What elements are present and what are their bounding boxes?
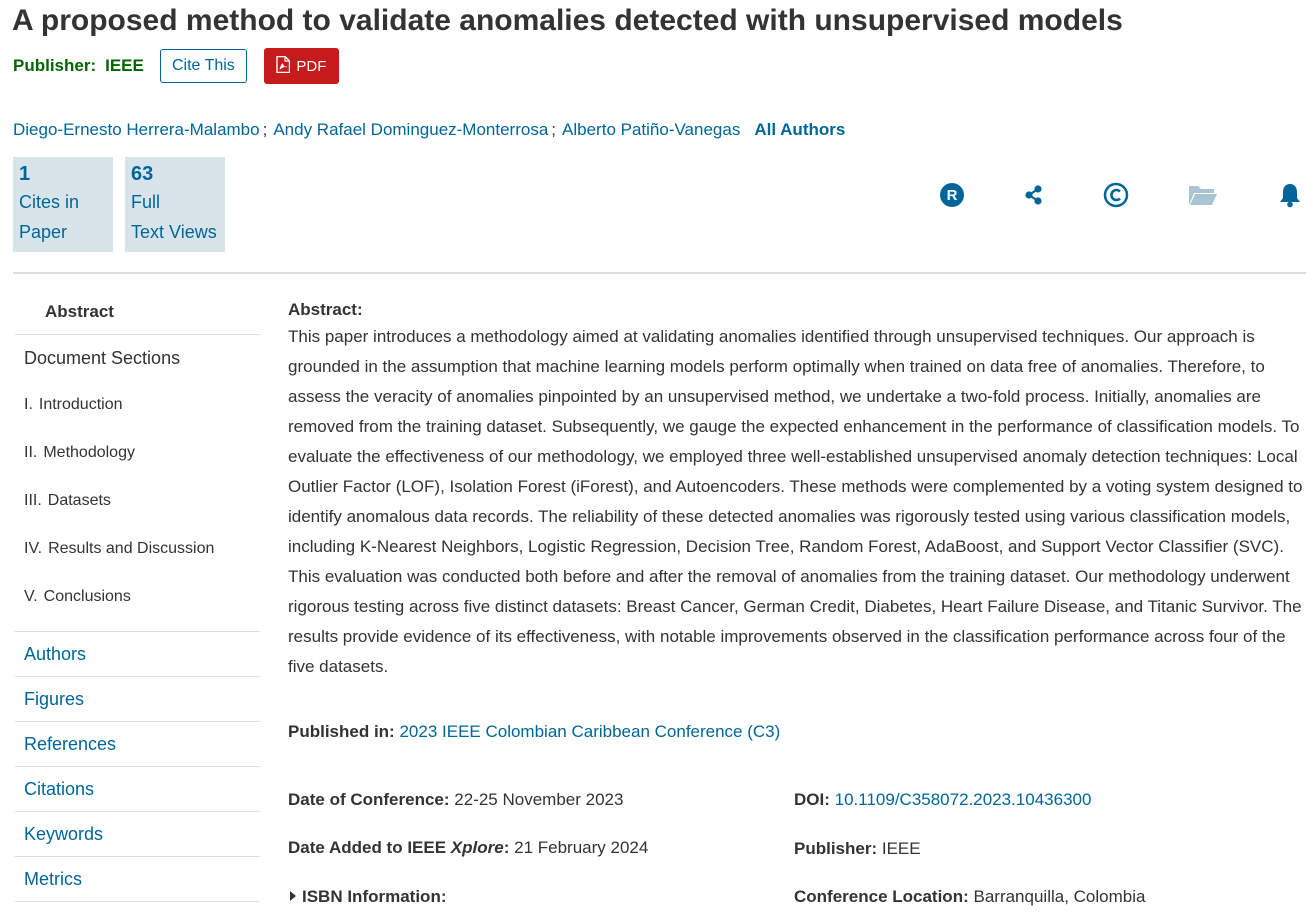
rights-icon[interactable]: R (936, 178, 968, 212)
sidebar-item-metrics[interactable]: Metrics (15, 857, 260, 902)
author-link[interactable]: Andy Rafael Dominguez-Monterrosa (273, 120, 548, 139)
publisher-detail-label: Publisher: (794, 839, 878, 858)
sidebar-links: Authors Figures References Citations Key… (15, 631, 260, 902)
header-divider (13, 272, 1306, 274)
cites-label-line2: Paper (19, 222, 68, 242)
sidebar-item-references[interactable]: References (15, 722, 260, 767)
pdf-icon (276, 55, 291, 77)
conference-location-value: Barranquilla, Colombia (973, 887, 1146, 906)
section-label: Introduction (38, 396, 123, 413)
sidebar-section-methodology[interactable]: II. Methodology (15, 429, 260, 477)
section-number: IV. (24, 540, 43, 557)
section-number: III. (24, 492, 42, 509)
author-separator: ; (262, 120, 268, 139)
section-number: I. (24, 396, 33, 413)
publisher-label: Publisher: (13, 56, 97, 75)
sidebar-document-sections-heading: Document Sections (24, 348, 181, 368)
sidebar-item-figures[interactable]: Figures (15, 677, 260, 722)
isbn-label: ISBN Information: (302, 887, 447, 906)
all-authors-link[interactable]: All Authors (754, 120, 845, 139)
svg-text:R: R (947, 187, 958, 204)
author-list: Diego-Ernesto Herrera-Malambo; Andy Rafae… (13, 120, 845, 140)
section-number: V. (24, 588, 38, 605)
section-label: Methodology (43, 444, 135, 461)
sidebar-item-authors[interactable]: Authors (15, 632, 260, 677)
author-link[interactable]: Diego-Ernesto Herrera-Malambo (13, 120, 260, 139)
section-label: Results and Discussion (48, 540, 215, 557)
date-added: Date Added to IEEE Xplore: 21 February 2… (288, 838, 649, 857)
doi-label: DOI: (794, 790, 830, 809)
caret-right-icon (290, 891, 296, 901)
views-label-line1: Full (131, 192, 161, 212)
abstract-section: Abstract: This paper introduces a method… (288, 298, 1303, 682)
sidebar-section-introduction[interactable]: I. Introduction (15, 381, 260, 429)
cites-label-line1: Cites in (19, 192, 80, 212)
toolbar-icons: R (938, 178, 1308, 212)
cites-in-paper-metric[interactable]: 1 Cites in Paper (13, 157, 113, 252)
section-number: II. (24, 444, 38, 461)
document-sidebar: Abstract Document Sections I. Introductio… (15, 290, 260, 902)
views-count: 63 (131, 163, 154, 185)
date-of-conference: Date of Conference: 22-25 November 2023 (288, 790, 623, 810)
published-in-label: Published in: (288, 722, 395, 741)
publisher-name: IEEE (105, 56, 144, 75)
page-title: A proposed method to validate anomalies … (12, 4, 1123, 37)
pdf-button[interactable]: PDF (263, 48, 339, 84)
sidebar-section-datasets[interactable]: III. Datasets (15, 477, 260, 525)
cite-this-button[interactable]: Cite This (159, 49, 247, 83)
isbn-toggle[interactable]: ISBN Information: (290, 887, 447, 907)
published-in-link[interactable]: 2023 IEEE Colombian Caribbean Conference… (399, 722, 780, 741)
date-of-conference-value: 22-25 November 2023 (454, 790, 624, 809)
pdf-label: PDF (296, 57, 327, 75)
sidebar-item-citations[interactable]: Citations (15, 767, 260, 812)
copyright-icon[interactable] (1100, 178, 1132, 212)
section-label: Datasets (47, 492, 111, 509)
date-added-label: Date Added to IEEE (288, 838, 447, 857)
abstract-heading: Abstract: (288, 300, 363, 319)
full-text-views-metric[interactable]: 63 Full Text Views (125, 157, 225, 252)
abstract-text: This paper introduces a methodology aime… (288, 327, 1303, 676)
section-label: Conclusions (43, 588, 131, 605)
publisher-detail-value: IEEE (881, 839, 921, 858)
author-separator: ; (551, 120, 557, 139)
date-added-xplore: Xplore (450, 838, 504, 857)
publisher-detail: Publisher: IEEE (794, 839, 921, 859)
sidebar-section-results[interactable]: IV. Results and Discussion (15, 525, 260, 573)
sidebar-item-keywords[interactable]: Keywords (15, 812, 260, 857)
author-link[interactable]: Alberto Patiño-Vanegas (562, 120, 740, 139)
views-label-line2: Text Views (131, 222, 217, 242)
publisher-row: Publisher: IEEE Cite This PDF (13, 48, 339, 84)
conference-location-label: Conference Location: (794, 887, 969, 906)
folder-icon[interactable] (1187, 178, 1219, 212)
sidebar-abstract[interactable]: Abstract (15, 290, 260, 335)
published-in: Published in: 2023 IEEE Colombian Caribb… (288, 722, 780, 742)
date-added-value: 21 February 2024 (514, 838, 649, 857)
conference-location: Conference Location: Barranquilla, Colom… (794, 887, 1145, 907)
bell-icon[interactable] (1274, 178, 1306, 212)
cites-count: 1 (19, 163, 31, 185)
doi-link[interactable]: 10.1109/C358072.2023.10436300 (835, 790, 1092, 809)
doi: DOI: 10.1109/C358072.2023.10436300 (794, 790, 1091, 810)
date-of-conference-label: Date of Conference: (288, 790, 450, 809)
share-icon[interactable] (1018, 178, 1050, 212)
sidebar-section-conclusions[interactable]: V. Conclusions (15, 573, 260, 621)
